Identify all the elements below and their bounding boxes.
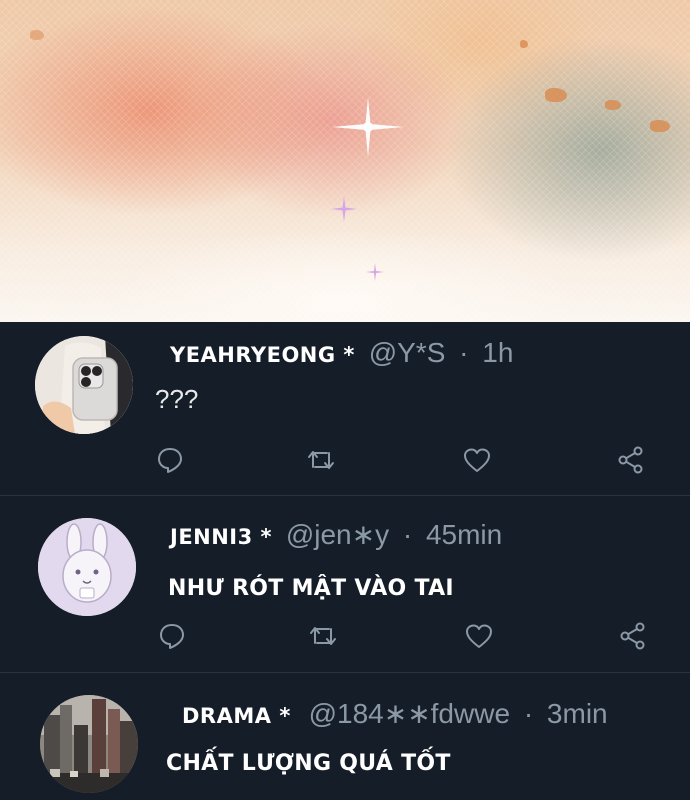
share-button[interactable] bbox=[618, 621, 648, 651]
reply-icon bbox=[158, 448, 182, 473]
retweet-button[interactable] bbox=[306, 445, 336, 475]
like-icon bbox=[466, 624, 492, 648]
avatar[interactable] bbox=[35, 336, 133, 434]
tweet-text: CHẤT LƯỢNG QUÁ TỐT bbox=[166, 751, 451, 776]
banner-texture bbox=[0, 0, 690, 322]
share-icon bbox=[618, 446, 643, 474]
retweet-icon bbox=[308, 451, 334, 469]
handle[interactable]: @184∗∗fdwwe bbox=[309, 698, 510, 729]
timestamp[interactable]: 1h bbox=[482, 337, 513, 368]
timestamp[interactable]: 3min bbox=[547, 698, 608, 729]
display-name[interactable]: YEAHRYEONG * bbox=[170, 343, 355, 367]
like-icon bbox=[464, 448, 490, 472]
display-name[interactable]: JENNI3 * bbox=[170, 525, 272, 549]
banner-speck bbox=[30, 30, 44, 40]
banner-speck bbox=[520, 40, 528, 48]
separator: · bbox=[523, 698, 534, 729]
share-button[interactable] bbox=[616, 445, 646, 475]
timestamp[interactable]: 45min bbox=[426, 519, 502, 550]
tweet-text: NHƯ RÓT MẬT VÀO TAI bbox=[168, 576, 454, 601]
watercolor-banner bbox=[0, 0, 690, 322]
like-button[interactable] bbox=[462, 445, 492, 475]
banner-speck bbox=[650, 120, 670, 132]
separator: · bbox=[402, 519, 413, 550]
reply-button[interactable] bbox=[155, 445, 185, 475]
banner-speck bbox=[605, 100, 621, 110]
tweet-header: YEAHRYEONG * @Y*S · 1h bbox=[170, 337, 513, 369]
sparkle-icon bbox=[331, 196, 357, 222]
phone-selfie-avatar-icon bbox=[35, 336, 133, 434]
bunny-avatar-icon bbox=[38, 518, 136, 616]
separator: · bbox=[459, 337, 469, 368]
reply-button[interactable] bbox=[157, 621, 187, 651]
handle[interactable]: @Y*S bbox=[369, 337, 446, 368]
tweet[interactable]: JENNI3 * @jen∗y · 45min NHƯ RÓT MẬT VÀO … bbox=[0, 496, 690, 672]
avatar[interactable] bbox=[40, 695, 138, 793]
tweet-header: JENNI3 * @jen∗y · 45min bbox=[170, 518, 502, 551]
retweet-icon bbox=[310, 627, 336, 645]
display-name[interactable]: DRAMA * bbox=[182, 704, 291, 728]
retweet-button[interactable] bbox=[308, 621, 338, 651]
like-button[interactable] bbox=[464, 621, 494, 651]
share-icon bbox=[620, 622, 645, 650]
handle[interactable]: @jen∗y bbox=[286, 519, 389, 550]
city-street-avatar-icon bbox=[40, 695, 138, 793]
sparkle-icon bbox=[366, 263, 384, 281]
tweet[interactable]: DRAMA * @184∗∗fdwwe · 3min CHẤT LƯỢNG QU… bbox=[0, 673, 690, 800]
banner-speck bbox=[545, 88, 567, 102]
sparkle-icon bbox=[332, 97, 404, 157]
tweet-header: DRAMA * @184∗∗fdwwe · 3min bbox=[182, 697, 608, 730]
reply-icon bbox=[160, 624, 184, 649]
tweet-text: ??? bbox=[155, 384, 199, 414]
tweet[interactable]: YEAHRYEONG * @Y*S · 1h ??? bbox=[0, 322, 690, 495]
avatar[interactable] bbox=[38, 518, 136, 616]
